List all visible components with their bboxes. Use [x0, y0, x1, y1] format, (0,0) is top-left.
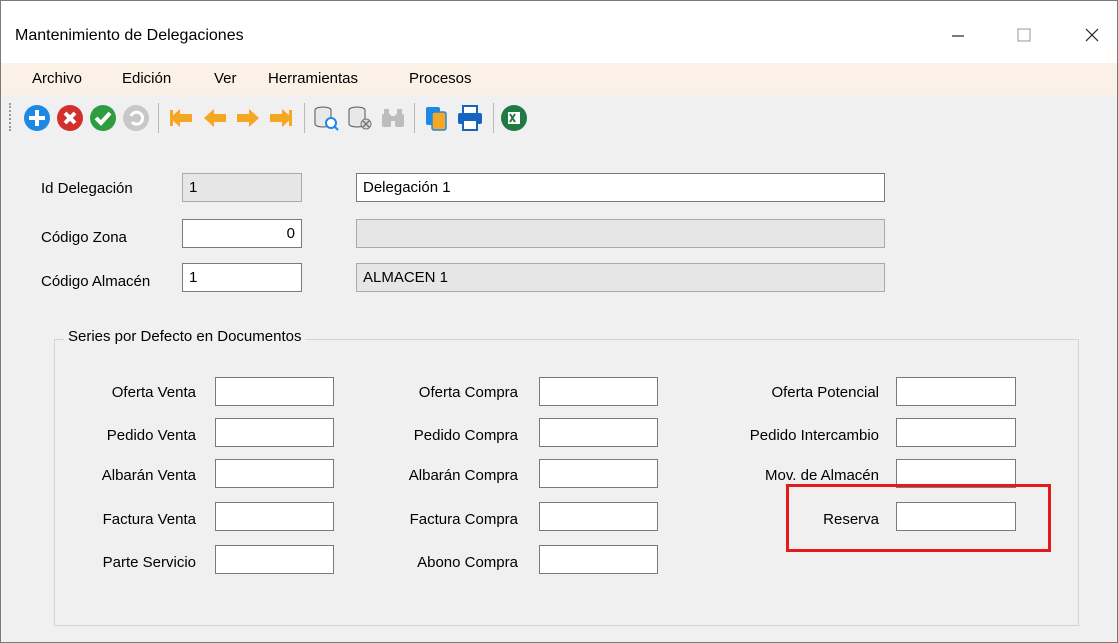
- delete-icon: [57, 105, 83, 131]
- series-groupbox-title: Series por Defecto en Documentos: [64, 328, 306, 345]
- copy-button[interactable]: [422, 104, 450, 132]
- pedido-compra-label: Pedido Compra: [413, 427, 518, 444]
- undo-button[interactable]: [122, 104, 150, 132]
- albaran-compra-field[interactable]: [539, 459, 658, 488]
- add-icon: [24, 105, 50, 131]
- previous-record-icon: [204, 109, 226, 127]
- toolbar-separator: [304, 103, 305, 133]
- toolbar-separator: [493, 103, 494, 133]
- delete-database-button[interactable]: [346, 104, 374, 132]
- menu-edicion[interactable]: Edición: [122, 70, 171, 87]
- factura-venta-label: Factura Venta: [102, 511, 196, 528]
- next-record-icon: [237, 109, 259, 127]
- codigo-zona-field[interactable]: [182, 219, 302, 248]
- pedido-intercambio-label: Pedido Intercambio: [749, 427, 879, 444]
- print-icon: [458, 105, 482, 131]
- codigo-zona-description-field: [356, 219, 885, 248]
- reserva-highlight-box: [786, 484, 1051, 552]
- menu-ver[interactable]: Ver: [214, 70, 237, 87]
- copy-icon: [426, 107, 447, 131]
- minimize-icon: [952, 35, 964, 37]
- delete-button[interactable]: [56, 104, 84, 132]
- toolbar: [1, 95, 1117, 141]
- oferta-venta-field[interactable]: [215, 377, 334, 406]
- oferta-compra-label: Oferta Compra: [418, 384, 518, 401]
- oferta-venta-label: Oferta Venta: [111, 384, 196, 401]
- next-record-button[interactable]: [234, 104, 262, 132]
- search-database-button[interactable]: [312, 104, 340, 132]
- excel-icon: [501, 105, 527, 131]
- pedido-venta-field[interactable]: [215, 418, 334, 447]
- first-record-button[interactable]: [167, 104, 195, 132]
- almacen-description-field: [356, 263, 885, 292]
- binoculars-icon: [382, 109, 404, 127]
- parte-servicio-label: Parte Servicio: [102, 554, 196, 571]
- oferta-compra-field[interactable]: [539, 377, 658, 406]
- mov-almacen-label: Mov. de Almacén: [765, 467, 879, 484]
- delegacion-name-field[interactable]: [356, 173, 885, 202]
- pedido-intercambio-field[interactable]: [896, 418, 1016, 447]
- toolbar-separator: [414, 103, 415, 133]
- search-database-icon: [314, 106, 339, 131]
- parte-servicio-field[interactable]: [215, 545, 334, 574]
- albaran-venta-label: Albarán Venta: [101, 467, 196, 484]
- minimize-button[interactable]: [935, 15, 981, 55]
- binoculars-button[interactable]: [379, 104, 407, 132]
- abono-compra-label: Abono Compra: [417, 554, 518, 571]
- add-button[interactable]: [23, 104, 51, 132]
- maximize-icon: [1017, 28, 1031, 42]
- codigo-almacen-label: Código Almacén: [41, 273, 151, 290]
- pedido-compra-field[interactable]: [539, 418, 658, 447]
- id-delegacion-field[interactable]: [182, 173, 302, 202]
- close-button[interactable]: [1069, 15, 1115, 55]
- toolbar-grip[interactable]: [9, 103, 14, 131]
- menu-procesos[interactable]: Procesos: [409, 70, 472, 87]
- pedido-venta-label: Pedido Venta: [106, 427, 196, 444]
- codigo-zona-label: Código Zona: [41, 229, 127, 246]
- id-delegacion-label: Id Delegación: [41, 180, 133, 197]
- oferta-potencial-field[interactable]: [896, 377, 1016, 406]
- menu-bar: Archivo Edición Ver Herramientas Proceso…: [1, 63, 1117, 95]
- previous-record-button[interactable]: [201, 104, 229, 132]
- menu-archivo[interactable]: Archivo: [32, 70, 82, 87]
- accept-icon: [90, 105, 116, 131]
- undo-icon: [123, 105, 149, 131]
- last-record-button[interactable]: [267, 104, 295, 132]
- last-record-icon: [270, 109, 292, 127]
- albaran-compra-label: Albarán Compra: [408, 467, 518, 484]
- factura-venta-field[interactable]: [215, 502, 334, 531]
- factura-compra-label: Factura Compra: [409, 511, 518, 528]
- menu-herramientas[interactable]: Herramientas: [268, 70, 358, 87]
- main-window: Mantenimiento de Delegaciones Archivo Ed…: [0, 0, 1118, 643]
- toolbar-separator: [158, 103, 159, 133]
- delete-database-icon: [348, 106, 372, 130]
- factura-compra-field[interactable]: [539, 502, 658, 531]
- albaran-venta-field[interactable]: [215, 459, 334, 488]
- title-bar: Mantenimiento de Delegaciones: [1, 1, 1117, 63]
- oferta-potencial-label: Oferta Potencial: [771, 384, 879, 401]
- window-title: Mantenimiento de Delegaciones: [15, 27, 244, 44]
- excel-button[interactable]: [500, 104, 528, 132]
- abono-compra-field[interactable]: [539, 545, 658, 574]
- maximize-button[interactable]: [1001, 15, 1047, 55]
- first-record-icon: [170, 109, 192, 127]
- codigo-almacen-field[interactable]: [182, 263, 302, 292]
- print-button[interactable]: [456, 104, 484, 132]
- close-icon: [1085, 28, 1099, 42]
- accept-button[interactable]: [89, 104, 117, 132]
